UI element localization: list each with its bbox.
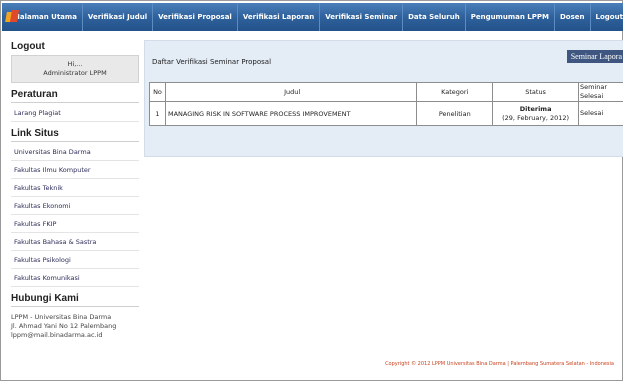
section-title-peraturan: Peraturan (11, 89, 139, 103)
user-box: Hi,... Administrator LPPM (11, 55, 139, 83)
nav-pengumuman-lppm[interactable]: Pengumuman LPPM (466, 3, 555, 31)
header-seminar-selesai: Seminar Selesai (578, 82, 623, 102)
footer-copyright: Copyright © 2012 LPPM Universitas Bina D… (385, 361, 614, 367)
app-window: Halaman Utama Verifikasi Judul Verifikas… (0, 0, 623, 381)
status-date: (29, February, 2012) (502, 113, 570, 122)
cell-no: 1 (149, 101, 166, 126)
section-hubungi-kami: Hubungi Kami LPPM - Universitas Bina Dar… (11, 293, 139, 340)
table-row: 1 MANAGING RISK IN SOFTWARE PROCESS IMPR… (149, 101, 623, 126)
header-status: Status (492, 82, 580, 102)
cell-seminar: Selesai (578, 101, 623, 126)
link-fakultas-ekonomi[interactable]: Fakultas Ekonomi (11, 197, 139, 215)
header-kategori: Kategori (416, 82, 494, 102)
logout-title[interactable]: Logout (11, 41, 139, 52)
section-title-link-situs: Link Situs (11, 128, 139, 142)
nav-halaman-utama[interactable]: Halaman Utama (9, 3, 83, 31)
nav-verifikasi-laporan[interactable]: Verifikasi Laporan (238, 3, 321, 31)
contact-org: LPPM - Universitas Bina Darma (11, 313, 112, 321)
nav-dosen[interactable]: Dosen (555, 3, 591, 31)
header-no: No (149, 82, 166, 102)
header-judul: Judul (164, 82, 418, 102)
user-greeting: Hi,... (67, 60, 83, 68)
cell-kategori: Penelitian (416, 101, 494, 126)
main-panel: Daftar Verifikasi Seminar Proposal Semin… (144, 40, 623, 157)
link-fakultas-psikologi[interactable]: Fakultas Psikologi (11, 251, 139, 269)
top-navigation: Halaman Utama Verifikasi Judul Verifikas… (2, 3, 623, 31)
link-larang-plagiat[interactable]: Larang Plagiat (11, 104, 139, 122)
link-fakultas-komunikasi[interactable]: Fakultas Komunikasi (11, 269, 139, 287)
verification-table: No Judul Kategori Status Seminar Selesai… (149, 82, 623, 126)
nav-logout[interactable]: Logout (591, 3, 623, 31)
link-fakultas-teknik[interactable]: Fakultas Teknik (11, 179, 139, 197)
nav-verifikasi-judul[interactable]: Verifikasi Judul (83, 3, 154, 31)
cell-status: Diterima (29, February, 2012) (492, 101, 580, 126)
header-seminar-line1: Seminar (580, 83, 608, 91)
link-universitas-bina-darma[interactable]: Universitas Bina Darma (11, 143, 139, 161)
contact-address: Jl. Ahmad Yani No 12 Palembang (11, 322, 117, 330)
contact-email[interactable]: lppm@mail.binadarma.ac.id (11, 331, 139, 340)
nav-verifikasi-seminar[interactable]: Verifikasi Seminar (320, 3, 404, 31)
seminar-laporan-button[interactable]: Seminar Lapora (566, 50, 623, 63)
status-value: Diterima (519, 104, 552, 113)
link-fakultas-ilmu-komputer[interactable]: Fakultas Ilmu Komputer (11, 161, 139, 179)
contact-info: LPPM - Universitas Bina Darma Jl. Ahmad … (11, 308, 139, 340)
header-seminar-line2: Selesai (580, 92, 604, 100)
link-fakultas-fkip[interactable]: Fakultas FKIP (11, 215, 139, 233)
link-fakultas-bahasa-sastra[interactable]: Fakultas Bahasa & Sastra (11, 233, 139, 251)
nav-verifikasi-proposal[interactable]: Verifikasi Proposal (153, 3, 238, 31)
section-title-hubungi-kami: Hubungi Kami (11, 293, 139, 307)
user-name: Administrator LPPM (43, 69, 107, 77)
cell-judul: MANAGING RISK IN SOFTWARE PROCESS IMPROV… (164, 101, 418, 126)
sidebar: Logout Hi,... Administrator LPPM Peratur… (11, 41, 139, 340)
table-header-row: No Judul Kategori Status Seminar Selesai (149, 82, 623, 102)
nav-data-seluruh[interactable]: Data Seluruh (403, 3, 466, 31)
section-peraturan: Peraturan Larang Plagiat (11, 89, 139, 122)
section-link-situs: Link Situs Universitas Bina Darma Fakult… (11, 128, 139, 287)
page-title: Daftar Verifikasi Seminar Proposal (152, 58, 272, 66)
